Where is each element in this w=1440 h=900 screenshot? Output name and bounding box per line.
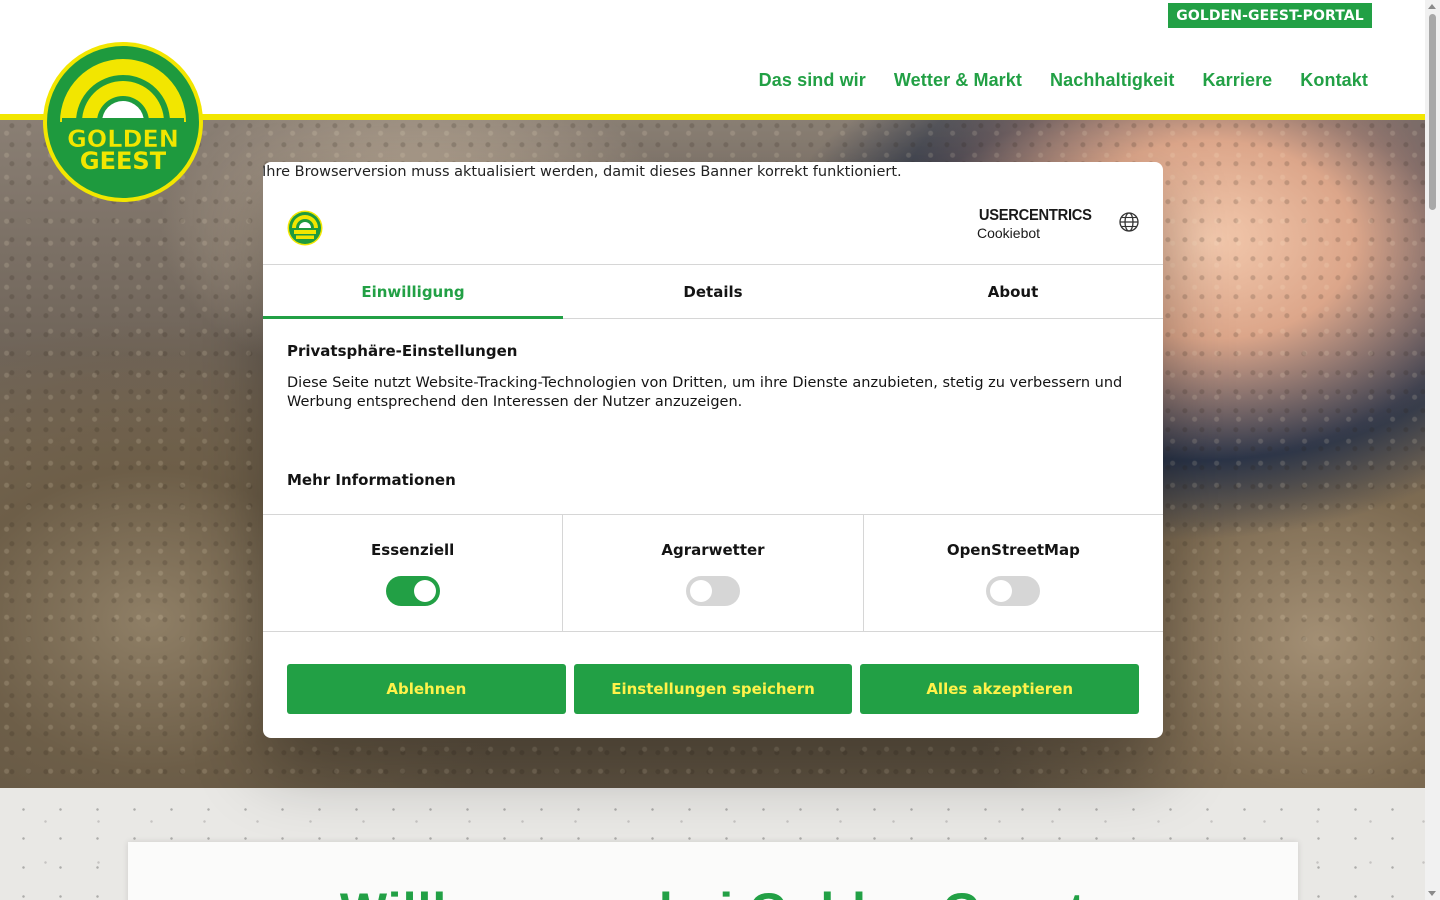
consent-actions: Ablehnen Einstellungen speichern Alles a… (287, 664, 1140, 714)
portal-button[interactable]: GOLDEN-GEEST-PORTAL (1168, 3, 1372, 28)
nav-item-karriere[interactable]: Karriere (1202, 70, 1272, 91)
welcome-card: Willkommen bei Golden Geest (128, 842, 1298, 900)
decline-button[interactable]: Ablehnen (287, 664, 566, 714)
tab-details[interactable]: Details (563, 265, 863, 318)
globe-icon[interactable] (1119, 212, 1139, 232)
category-label: OpenStreetMap (946, 541, 1080, 559)
essenziell-toggle[interactable] (385, 576, 440, 606)
site-logo-small (287, 210, 323, 246)
openstreetmap-toggle[interactable] (986, 576, 1041, 606)
save-settings-button[interactable]: Einstellungen speichern (573, 664, 853, 714)
nav-item-wetter-markt[interactable]: Wetter & Markt (894, 70, 1022, 91)
consent-categories: Essenziell Agrarwetter OpenStreetMap (263, 514, 1163, 632)
scroll-up-icon[interactable] (1428, 4, 1436, 9)
category-agrarwetter: Agrarwetter (562, 515, 862, 631)
category-openstreetmap: OpenStreetMap (862, 515, 1163, 631)
toggle-knob (689, 580, 712, 602)
consent-tabs: Einwilligung Details About (263, 264, 1163, 319)
scrollbar-thumb[interactable] (1429, 14, 1436, 210)
welcome-title: Willkommen bei Golden Geest (128, 882, 1298, 900)
nav-item-nachhaltigkeit[interactable]: Nachhaltigkeit (1050, 70, 1174, 91)
brand-top: USERCENTRICS (978, 207, 1092, 224)
category-label: Essenziell (371, 541, 455, 559)
nav-item-kontakt[interactable]: Kontakt (1300, 70, 1368, 91)
tab-einwilligung[interactable]: Einwilligung (263, 265, 563, 319)
more-info-heading: Mehr Informationen (287, 471, 456, 489)
accept-all-button[interactable]: Alles akzeptieren (860, 664, 1140, 714)
brand-bottom: Cookiebot (977, 225, 1041, 241)
usercentrics-cookiebot-brand: USERCENTRICS Cookiebot (977, 207, 1093, 241)
logo-line2: GEEST (80, 147, 167, 175)
toggle-knob (990, 580, 1013, 602)
toggle-knob (413, 580, 436, 602)
golden-geest-logo[interactable]: GOLDEN GEEST (42, 41, 204, 203)
category-label: Agrarwetter (661, 541, 765, 559)
privacy-title: Privatsphäre-Einstellungen (287, 342, 518, 360)
scroll-down-icon[interactable] (1428, 891, 1436, 896)
agrarwetter-toggle[interactable] (685, 576, 740, 606)
page-scrollbar[interactable] (1425, 0, 1440, 900)
category-essenziell: Essenziell (263, 515, 562, 631)
tab-about[interactable]: About (863, 265, 1163, 318)
main-navigation: Das sind wir Wetter & Markt Nachhaltigke… (759, 70, 1368, 91)
nav-item-das-sind-wir[interactable]: Das sind wir (759, 70, 866, 91)
welcome-section: Willkommen bei Golden Geest (0, 788, 1425, 900)
consent-content: Privatsphäre-Einstellungen Diese Seite n… (287, 342, 1139, 412)
privacy-text: Diese Seite nutzt Website-Tracking-Techn… (287, 375, 1123, 410)
browser-update-note: Ihre Browserversion muss aktualisiert we… (262, 164, 902, 180)
cookie-consent-dialog: Ihre Browserversion muss aktualisiert we… (262, 162, 1163, 738)
